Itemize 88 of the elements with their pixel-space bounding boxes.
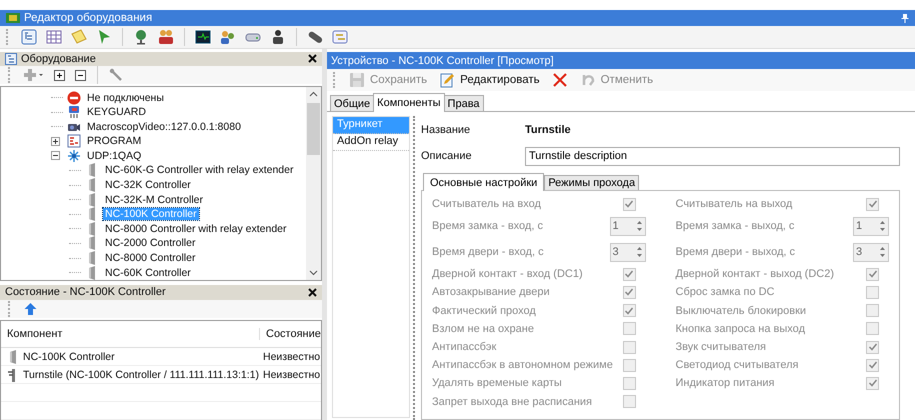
users-icon[interactable] bbox=[156, 29, 176, 45]
column-header[interactable]: Компонент bbox=[1, 328, 260, 340]
setting-label: Автозакрывание двери bbox=[432, 286, 550, 298]
tab[interactable]: Права bbox=[444, 95, 484, 111]
tree-item[interactable]: NC-32K-M Controller bbox=[103, 194, 206, 206]
expand-icon[interactable] bbox=[51, 136, 63, 146]
tree-item[interactable]: MacroscopVideo::127.0.0.1:8080 bbox=[85, 120, 243, 133]
setting-label: Время замка - выход, с bbox=[676, 220, 794, 232]
setting-label: Индикатор питания bbox=[676, 377, 774, 390]
setting-label: Фактический проход bbox=[432, 304, 536, 317]
up-arrow-icon[interactable] bbox=[22, 302, 39, 316]
list-item[interactable]: AddOn relay bbox=[333, 134, 409, 151]
column-header[interactable]: Состояние bbox=[260, 328, 321, 340]
controller-icon bbox=[87, 163, 97, 178]
panel-title: Устройство - NC-100K Controller [Просмотр] bbox=[331, 54, 554, 66]
setting-label: Светодиод считывателя bbox=[676, 359, 798, 372]
scroll-down-icon[interactable] bbox=[309, 270, 318, 276]
scroll-up-icon[interactable] bbox=[309, 91, 318, 98]
close-icon bbox=[552, 72, 568, 88]
setting-label: Звук считывателя bbox=[676, 341, 766, 354]
setting-label: Антипассбэк в автономном режиме bbox=[432, 359, 613, 372]
tree-item[interactable]: NC-60K Controller bbox=[103, 266, 193, 279]
tree-item[interactable]: Не подключены bbox=[85, 92, 166, 104]
expand-icon[interactable] bbox=[52, 70, 67, 81]
setting-label: Взлом не на охране bbox=[432, 322, 534, 335]
scrollbar[interactable] bbox=[306, 87, 321, 280]
tree-item[interactable]: NC-8000 Controller bbox=[103, 252, 198, 264]
tab[interactable]: Основные настройки bbox=[423, 173, 544, 191]
edit-button[interactable]: Редактировать bbox=[435, 72, 544, 88]
setting-label: Запрет выхода вне расписания bbox=[432, 396, 592, 408]
controller-icon bbox=[87, 178, 97, 192]
tree-item[interactable]: KEYGUARD bbox=[85, 106, 148, 118]
monitor-icon[interactable] bbox=[193, 29, 213, 45]
setting-label: Антипассбэк bbox=[432, 341, 496, 354]
close-icon[interactable] bbox=[308, 54, 317, 64]
setting-label: Удалять временые карты bbox=[432, 377, 562, 390]
app-icon bbox=[6, 12, 20, 24]
collapse-icon[interactable] bbox=[73, 70, 88, 81]
table-cell: NC-100K Controller bbox=[23, 350, 115, 362]
stop-icon bbox=[67, 90, 81, 104]
description-field[interactable]: Turnstile description bbox=[525, 146, 900, 166]
note-icon[interactable] bbox=[69, 29, 89, 45]
controller-icon bbox=[8, 350, 18, 364]
collapse-icon[interactable] bbox=[51, 151, 63, 160]
tree-item[interactable]: UDP:1QAQ bbox=[85, 150, 144, 162]
panel-title: Оборудование bbox=[21, 52, 96, 65]
tab[interactable]: Общие bbox=[330, 95, 374, 111]
controller-icon bbox=[87, 251, 97, 266]
controller-icon bbox=[87, 192, 97, 207]
window-title: Редактор оборудования bbox=[24, 12, 152, 24]
grid-icon[interactable] bbox=[44, 29, 64, 45]
key-device-icon bbox=[67, 105, 81, 120]
setting-label: Считыватель на вход bbox=[432, 198, 541, 210]
controller-icon bbox=[87, 207, 97, 222]
setting-label: Время замка - вход, с bbox=[432, 220, 543, 232]
table-cell: Неизвестно bbox=[263, 368, 320, 380]
field-label: Название bbox=[421, 124, 472, 136]
setting-label: Считыватель на выход bbox=[676, 198, 792, 210]
controller-icon bbox=[87, 222, 97, 236]
name-value: Turnstile bbox=[525, 124, 571, 136]
tree-icon[interactable] bbox=[19, 29, 39, 45]
panel-title: Состояние - NC-100K Controller bbox=[5, 286, 166, 298]
setting-label: Время двери - вход, с bbox=[432, 246, 544, 258]
setting-label: Кнопка запроса на выход bbox=[676, 322, 805, 335]
controller-icon bbox=[87, 236, 97, 250]
setting-label: Дверной контакт - вход (DC1) bbox=[432, 268, 583, 280]
tree-item[interactable]: NC-2000 Controller bbox=[103, 237, 198, 250]
close-icon[interactable] bbox=[308, 288, 317, 297]
field-label: Описание bbox=[421, 150, 473, 162]
table-cell: Turnstile (NC-100K Controller / 111.111.111.13:1:1) bbox=[23, 368, 259, 380]
add-icon[interactable] bbox=[22, 68, 46, 82]
tab[interactable]: Режимы прохода bbox=[544, 175, 640, 190]
network-icon bbox=[67, 148, 81, 163]
setting-label: Сброс замка по DC bbox=[676, 286, 775, 298]
program-icon bbox=[67, 134, 81, 148]
table-cell: Неизвестно bbox=[263, 350, 320, 362]
pin-icon[interactable] bbox=[901, 13, 909, 23]
pencil-icon bbox=[439, 72, 456, 88]
setting-label: Выключатель блокировки bbox=[676, 304, 806, 317]
tree-item[interactable]: NC-8000 Controller with relay extender bbox=[103, 222, 288, 235]
tree-item[interactable]: NC-60K-G Controller with relay extender bbox=[103, 164, 296, 176]
tab[interactable]: Компоненты bbox=[373, 93, 445, 112]
scrollbar-thumb[interactable] bbox=[307, 103, 320, 156]
setting-label: Время двери - выход, с bbox=[676, 246, 795, 258]
tree-item[interactable]: NC-32K Controller bbox=[103, 179, 193, 192]
tree-item[interactable]: PROGRAM bbox=[85, 135, 144, 148]
setting-label: Дверной контакт - выход (DC2) bbox=[676, 268, 834, 280]
tree-icon bbox=[5, 52, 17, 65]
